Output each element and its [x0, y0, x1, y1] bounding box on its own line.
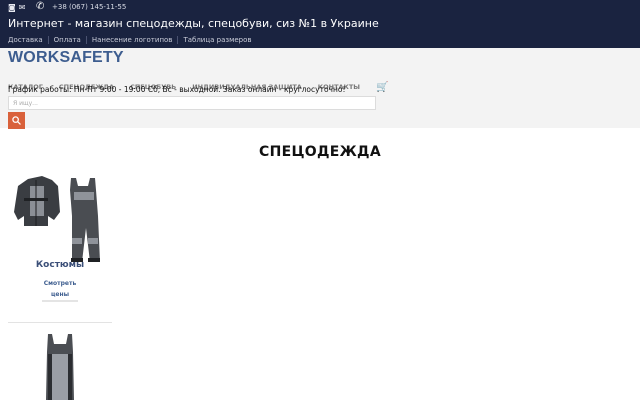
header: WORKSAFETY КАТАЛОГ СПЕЦОДЕЖДА СПЕЦОБУВЬ ИНД… — [0, 48, 640, 129]
link-logo-printing[interactable]: Нанесение логотипов — [85, 36, 178, 44]
divider — [8, 322, 112, 323]
link-size-chart[interactable]: Таблица размеров — [177, 36, 257, 44]
instagram-icon[interactable]: ◙ — [8, 3, 16, 12]
link-delivery[interactable]: Доставка — [8, 36, 48, 44]
view-prices-link[interactable]: Смотреть цены — [42, 278, 78, 302]
search-input[interactable]: Я ищу... — [8, 96, 376, 110]
search-button[interactable] — [8, 112, 25, 129]
product-image[interactable] — [8, 176, 112, 266]
social-icons: ◙ ✉ — [8, 3, 28, 12]
phone-icon: ✆ — [36, 1, 45, 12]
page-title: СПЕЦОДЕЖДА — [259, 144, 381, 160]
working-hours: График работы: Пн-Пт 9:00 - 19:00 Сб, Вс… — [8, 85, 346, 94]
product-image[interactable] — [8, 332, 112, 400]
top-bar: ◙ ✉ ✆ +38 (067) 145-11-55 Интернет - мага… — [0, 0, 640, 48]
link-payment[interactable]: Оплата — [47, 36, 86, 44]
product-card[interactable]: Костюмы Смотреть цены — [8, 176, 112, 306]
cart-icon[interactable]: 🛒 — [376, 82, 388, 93]
product-name[interactable]: Костюмы — [8, 260, 112, 270]
top-links: Доставка Оплата Нанесение логотипов Таблица… — [8, 36, 257, 44]
site-heading: Интернет - магазин спецодежды, спецобуви… — [8, 17, 379, 30]
phone-number[interactable]: +38 (067) 145-11-55 — [52, 3, 126, 11]
site-logo[interactable]: WORKSAFETY — [8, 49, 124, 67]
email-icon[interactable]: ✉ — [19, 3, 26, 12]
search-icon — [12, 116, 21, 125]
product-card[interactable] — [8, 332, 112, 400]
